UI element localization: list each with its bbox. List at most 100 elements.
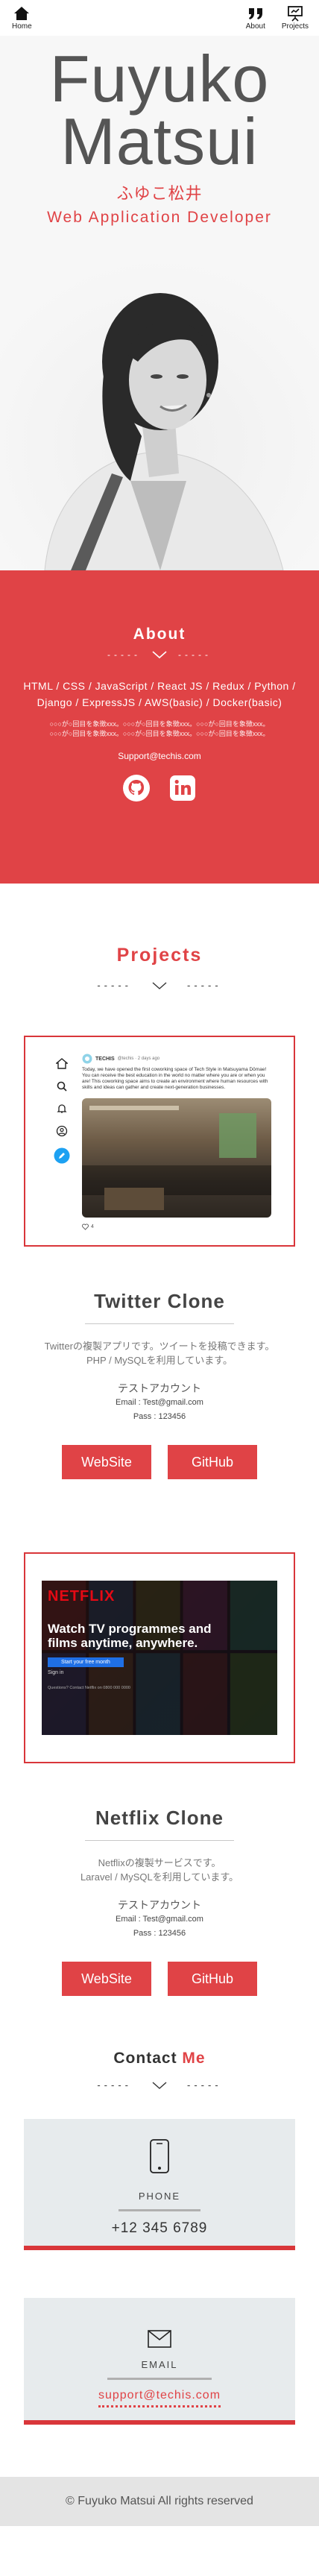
phone-value[interactable]: +12 345 6789 (112, 2220, 208, 2237)
placeholder-line-2: ○○○が○回目を象徴xxx。○○○が○回目を象徴xxx。○○○が○回目を象徴xx… (49, 730, 270, 737)
top-nav: Home About Projects (0, 0, 319, 36)
nav-projects-label: Projects (281, 22, 309, 31)
skills-list: HTML / CSS / JavaScript / React JS / Red… (15, 678, 304, 711)
heart-icon (82, 1224, 89, 1230)
email-label: EMAIL (141, 2359, 178, 2370)
github-button[interactable]: GitHub (168, 1445, 257, 1479)
divider-dashes-left: ----- (107, 649, 141, 660)
test-account-email: Email : Test@gmail.com (116, 1915, 203, 1924)
projects-title: Projects (116, 945, 203, 966)
about-placeholder-text: ○○○が○回目を象徴xxx。○○○が○回目を象徴xxx。○○○が○回目を象徴xx… (15, 719, 304, 739)
test-account-pass: Pass : 123456 (133, 1412, 186, 1421)
contact-section: Contact Me ----- ----- PHONE +12 345 678… (0, 1996, 319, 2425)
project-title: Twitter Clone (94, 1290, 225, 1312)
about-section: About ----- ----- HTML / CSS / JavaScrip… (0, 570, 319, 884)
presentation-icon (288, 6, 303, 22)
project-buttons: WebSite GitHub (24, 1962, 295, 1996)
nav-about-label: About (245, 22, 265, 31)
test-account-email: Email : Test@gmail.com (116, 1398, 203, 1407)
project-desc-line-2: PHP / MySQLを利用しています。 (86, 1355, 233, 1366)
github-icon[interactable] (121, 773, 151, 803)
chevron-down-icon (152, 981, 167, 989)
nav-projects[interactable]: Projects (282, 5, 309, 31)
projects-divider: ----- ----- (0, 980, 319, 991)
email-card: EMAIL support@techis.com (24, 2298, 295, 2425)
envelope-icon (148, 2330, 171, 2348)
search-icon (57, 1081, 67, 1092)
contact-title-a: Contact (113, 2050, 177, 2067)
project-title: Netflix Clone (95, 1807, 224, 1829)
contact-title: Contact Me (0, 2050, 319, 2068)
social-links (15, 773, 304, 803)
project-desc-line-1: Netflixの複製サービスです。 (98, 1857, 221, 1868)
quote-icon (248, 8, 262, 19)
project-desc-line-1: Twitterの複製アプリです。ツイートを投稿できます。 (44, 1341, 275, 1352)
nav-about[interactable]: About (246, 5, 265, 31)
test-account-title: テストアカウント (118, 1382, 201, 1394)
github-button[interactable]: GitHub (168, 1962, 257, 1996)
tweet-photo (82, 1098, 271, 1218)
footer: © Fuyuko Matsui All rights reserved (0, 2477, 319, 2526)
website-button[interactable]: WebSite (62, 1962, 151, 1996)
project-card-twitter: TECHIS @techis · 2 days ago Today, we ha… (24, 1036, 295, 1479)
compose-icon (54, 1147, 70, 1164)
chevron-down-icon (152, 651, 167, 659)
hero-kana: ふゆこ松井 (116, 184, 203, 203)
divider-dashes-right: ----- (187, 2079, 222, 2091)
tweet-user: TECHIS (95, 1056, 115, 1062)
phone-icon (150, 2139, 169, 2173)
about-title: About (133, 626, 186, 643)
tweet-text: Today, we have opened the first coworkin… (82, 1067, 268, 1090)
chevron-down-icon (152, 2081, 167, 2089)
hero-section: Fuyuko Matsui ふゆこ松井 Web Application Deve… (0, 36, 319, 570)
skills-line-2: Django / ExpressJS / AWS(basic) / Docker… (37, 696, 282, 708)
phone-divider (119, 2209, 200, 2211)
email-value[interactable]: support@techis.com (98, 2389, 221, 2407)
hero-name: Fuyuko Matsui (0, 36, 319, 174)
footer-copyright: © Fuyuko Matsui All rights reserved (66, 2495, 253, 2507)
website-button[interactable]: WebSite (62, 1445, 151, 1479)
projects-section: Projects ----- ----- TECHIS @techis · 2 … (0, 884, 319, 1996)
portrait-photo (0, 257, 319, 570)
home-icon (56, 1058, 68, 1069)
divider-dashes-right: ----- (187, 980, 222, 991)
about-divider: ----- ----- (15, 649, 304, 660)
twitter-mock-tweet: TECHIS @techis · 2 days ago Today, we ha… (76, 1054, 271, 1230)
avatar (82, 1054, 92, 1064)
divider-dashes-right: ----- (178, 649, 212, 660)
phone-card: PHONE +12 345 6789 (24, 2119, 295, 2250)
nav-home[interactable]: Home (12, 5, 32, 31)
home-icon (14, 7, 30, 20)
netflix-footer: Questions? Contact Netflix on 0800 000 0… (48, 1686, 130, 1690)
linkedin-icon[interactable] (168, 773, 198, 803)
project-card-netflix: NETFLIX Watch TV programmes and films an… (24, 1552, 295, 1996)
email-divider (107, 2378, 212, 2380)
project-desc-line-2: Laravel / MySQLを利用しています。 (80, 1871, 239, 1883)
placeholder-line-1: ○○○が○回目を象徴xxx。○○○が○回目を象徴xxx。○○○が○回目を象徴xx… (49, 720, 270, 728)
project-description: Netflixの複製サービスです。 Laravel / MySQLを利用していま… (24, 1856, 295, 1884)
hero-name-last: Matsui (60, 104, 259, 178)
nav-home-label: Home (12, 22, 32, 31)
netflix-signin: Sign in (48, 1670, 64, 1675)
tweet-handle: @techis · 2 days ago (117, 1056, 160, 1061)
netflix-cta: Start your free month (48, 1657, 124, 1667)
about-email: Support@techis.com (118, 751, 201, 761)
test-account-title: テストアカウント (118, 1899, 201, 1911)
user-icon (56, 1125, 68, 1137)
nav-right-group: About Projects (246, 5, 309, 31)
test-account-pass: Pass : 123456 (133, 1929, 186, 1938)
contact-divider: ----- ----- (0, 2079, 319, 2091)
project-screenshot-netflix[interactable]: NETFLIX Watch TV programmes and films an… (24, 1552, 295, 1763)
netflix-mock: NETFLIX Watch TV programmes and films an… (42, 1581, 277, 1735)
project-screenshot-twitter[interactable]: TECHIS @techis · 2 days ago Today, we ha… (24, 1036, 295, 1247)
netflix-headline: Watch TV programmes and films anytime, a… (48, 1622, 212, 1650)
project-buttons: WebSite GitHub (24, 1445, 295, 1479)
divider-dashes-left: ----- (97, 2079, 132, 2091)
divider-dashes-left: ----- (97, 980, 132, 991)
twitter-mock: TECHIS @techis · 2 days ago Today, we ha… (48, 1054, 271, 1230)
project-divider (85, 1323, 234, 1324)
phone-label: PHONE (138, 2191, 181, 2202)
contact-title-b: Me (182, 2050, 206, 2067)
hero-role: Web Application Developer (47, 209, 272, 226)
netflix-logo: NETFLIX (48, 1588, 116, 1605)
